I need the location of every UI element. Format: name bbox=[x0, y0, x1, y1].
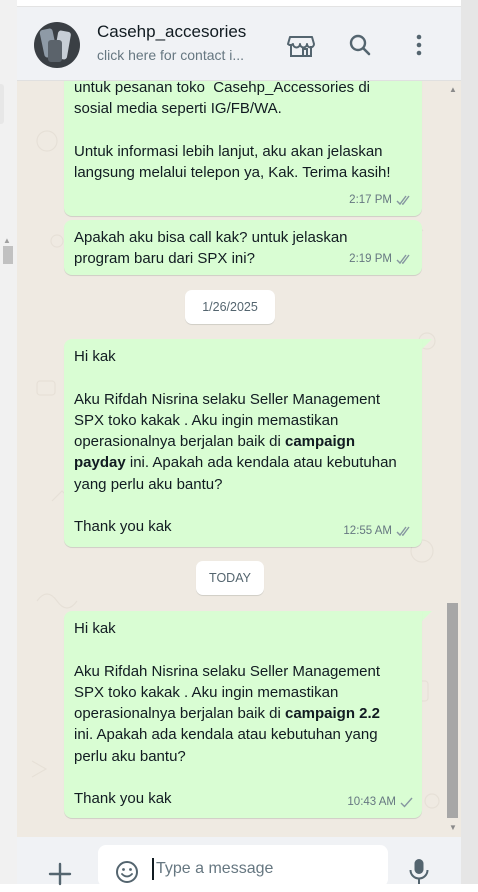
contact-name[interactable]: Casehp_accesories bbox=[97, 22, 246, 42]
bubble-tail bbox=[422, 339, 432, 349]
campaign-keyword: campaign 2.2 bbox=[284, 705, 381, 723]
plus-icon[interactable] bbox=[47, 861, 73, 887]
message-line: perlu aku bantu? bbox=[74, 747, 186, 765]
microphone-icon[interactable] bbox=[407, 857, 431, 887]
outgoing-message-bubble[interactable]: untuk pesanan toko Casehp_Accessories di… bbox=[64, 81, 422, 216]
outgoing-message-bubble[interactable]: Apakah aku bisa call kak? untuk jelaskan… bbox=[64, 220, 422, 275]
message-text: untuk pesanan toko Casehp_Accessories di… bbox=[74, 81, 391, 182]
left-panel-edge: ▲ bbox=[0, 0, 17, 884]
chat-scrollbar-thumb[interactable] bbox=[447, 603, 458, 818]
menu-dots-icon[interactable] bbox=[403, 29, 435, 61]
avatar[interactable] bbox=[34, 22, 80, 68]
bubble-tail bbox=[422, 611, 432, 621]
message-meta: 2:17 PM bbox=[349, 190, 414, 211]
search-icon[interactable] bbox=[344, 29, 376, 61]
message-time: 2:19 PM bbox=[349, 252, 392, 265]
scroll-up-arrow-icon[interactable]: ▲ bbox=[449, 85, 457, 94]
left-scrollbar-thumb[interactable] bbox=[3, 246, 13, 264]
message-meta: 2:19 PM bbox=[349, 249, 414, 270]
right-panel-edge bbox=[461, 0, 478, 884]
message-input[interactable] bbox=[156, 856, 376, 882]
scroll-up-arrow-icon[interactable]: ▲ bbox=[3, 236, 11, 245]
scroll-down-arrow-icon[interactable]: ▼ bbox=[449, 823, 457, 832]
chat-area[interactable]: untuk pesanan toko Casehp_Accessories di… bbox=[17, 81, 445, 837]
message-meta: 12:55 AM bbox=[343, 521, 414, 542]
message-input-box[interactable] bbox=[98, 845, 388, 887]
read-ticks-icon bbox=[396, 254, 410, 264]
message-line: operasionalnya berjalan baik di bbox=[74, 705, 285, 723]
message-line: Aku Rifdah Nisrina selaku Seller Managem… bbox=[74, 662, 380, 680]
message-line: ini. Apakah ada kendala atau kebutuhan bbox=[125, 454, 397, 472]
read-ticks-icon bbox=[396, 526, 410, 536]
message-line: Aku Rifdah Nisrina selaku Seller Managem… bbox=[74, 390, 380, 408]
left-panel-tab bbox=[0, 84, 4, 124]
contact-subtitle[interactable]: click here for contact i... bbox=[97, 47, 244, 63]
avatar-phone-case-3 bbox=[48, 40, 62, 62]
message-line: SPX toko kakak . Aku ingin memastikan bbox=[74, 683, 339, 701]
outgoing-message-bubble[interactable]: Hi kak Aku Rifdah Nisrina selaku Seller … bbox=[64, 339, 422, 547]
message-time: 2:17 PM bbox=[349, 193, 392, 206]
chat-header[interactable]: Casehp_accesories click here for contact… bbox=[17, 7, 461, 81]
single-tick-icon bbox=[400, 797, 413, 808]
text-cursor bbox=[152, 858, 154, 880]
message-meta: 10:43 AM bbox=[347, 792, 414, 813]
message-line: ini. Apakah ada kendala atau kebutuhan y… bbox=[74, 726, 378, 744]
date-separator: TODAY bbox=[196, 561, 264, 595]
message-line: Hi kak bbox=[74, 348, 116, 365]
message-line: SPX toko kakak . Aku ingin memastikan bbox=[74, 411, 339, 429]
message-time: 12:55 AM bbox=[343, 524, 392, 537]
message-composer bbox=[17, 837, 461, 887]
date-separator: 1/26/2025 bbox=[185, 290, 275, 324]
emoji-icon[interactable] bbox=[114, 859, 140, 885]
store-icon[interactable] bbox=[285, 29, 317, 61]
message-line: yang perlu aku bantu? bbox=[74, 475, 223, 493]
message-line: Hi kak bbox=[74, 620, 116, 637]
message-time: 10:43 AM bbox=[347, 795, 396, 808]
campaign-keyword: campaign bbox=[284, 433, 356, 451]
window-top-edge bbox=[17, 0, 461, 7]
outgoing-message-bubble[interactable]: Hi kak Aku Rifdah Nisrina selaku Seller … bbox=[64, 611, 422, 818]
message-line: operasionalnya berjalan baik di bbox=[74, 433, 285, 451]
campaign-keyword: payday bbox=[74, 454, 126, 472]
read-ticks-icon bbox=[396, 195, 410, 205]
chat-scrollbar[interactable]: ▲ ▼ bbox=[445, 81, 461, 837]
